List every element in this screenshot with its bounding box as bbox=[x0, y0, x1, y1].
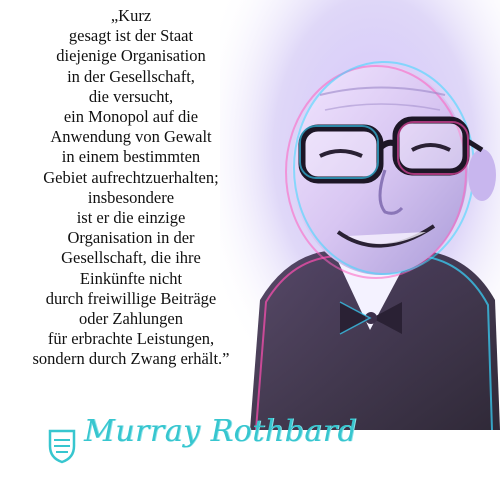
shield-logo-icon bbox=[48, 429, 76, 464]
portrait-illustration bbox=[220, 0, 500, 430]
quote-card: „Kurz gesagt ist der Staat diejenige Org… bbox=[0, 0, 500, 499]
author-signature: Murray Rothbard bbox=[84, 414, 358, 449]
